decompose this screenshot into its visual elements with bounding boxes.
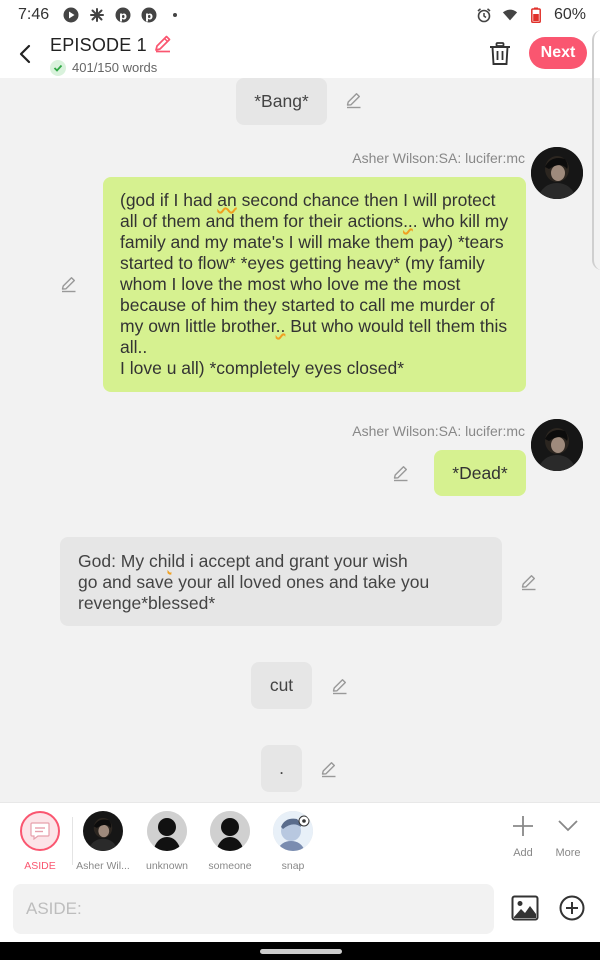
plus-icon [513, 816, 533, 836]
add-label: Add [513, 847, 533, 859]
aside-avatar [20, 811, 60, 851]
chevron-left-icon [19, 44, 31, 64]
next-button[interactable]: Next [529, 37, 587, 69]
edit-message-icon[interactable] [392, 464, 410, 482]
character-name: unknown [145, 860, 189, 872]
character-avatar[interactable] [531, 147, 583, 199]
dialogue-bubble[interactable]: *Dead* [434, 450, 526, 496]
episode-title: EPISODE 1 [50, 34, 147, 55]
dot-icon [167, 7, 183, 23]
character-portrait-icon [83, 811, 123, 851]
image-icon [511, 895, 539, 921]
system-nav-bar [0, 942, 600, 960]
svg-text:p: p [119, 10, 127, 23]
insert-more-button[interactable] [559, 895, 585, 921]
character-asher[interactable]: Asher Wil... [73, 811, 133, 872]
anime-portrait-icon [273, 811, 313, 851]
edit-message-icon[interactable] [520, 573, 538, 591]
chevron-down-icon [558, 820, 578, 832]
play-circle-icon [63, 7, 79, 23]
character-portrait-icon [531, 147, 583, 199]
battery-level: 60% [553, 6, 586, 23]
pinterest-icon: p [141, 7, 157, 23]
dialogue-text: (god if I had an second chance then I wi… [120, 190, 509, 378]
character-name: ASIDE [24, 860, 56, 872]
edit-title-icon[interactable] [153, 33, 173, 58]
character-avatar [83, 811, 123, 851]
character-avatar[interactable] [531, 419, 583, 471]
character-selector: ASIDE Asher Wil... unknown someone snap … [0, 802, 600, 878]
insert-image-button[interactable] [511, 895, 539, 921]
wifi-icon [502, 7, 518, 23]
edit-message-icon[interactable] [331, 677, 349, 695]
aside-bubble[interactable]: cut [251, 662, 312, 709]
speaker-name: Asher Wilson:SA: lucifer:mc [352, 423, 525, 439]
aside-bubble[interactable]: *Bang* [236, 78, 327, 125]
story-chat: *Bang* Asher Wilson:SA: lucifer:mc (god … [0, 78, 600, 802]
aside-text: *Bang* [254, 91, 309, 111]
character-unknown[interactable]: unknown [137, 811, 197, 872]
character-avatar [147, 811, 187, 851]
trash-icon [490, 42, 510, 65]
character-portrait-icon [531, 419, 583, 471]
edit-message-icon[interactable] [320, 760, 338, 778]
delete-button[interactable] [487, 40, 513, 68]
alarm-icon [476, 7, 492, 23]
episode-title-block: EPISODE 1 401/150 words [50, 33, 173, 76]
dialogue-text: *Dead* [452, 462, 508, 483]
check-icon [50, 59, 66, 76]
aside-text: cut [269, 675, 294, 695]
message-input[interactable] [13, 884, 494, 934]
spellcheck-mark: an [217, 190, 237, 210]
character-avatar [273, 811, 313, 851]
spellcheck-mark: .. [275, 316, 286, 336]
more-button[interactable]: More [548, 815, 588, 859]
add-character-button[interactable]: Add [503, 815, 543, 859]
narration-text: God: My child i accept and grant your wi… [78, 551, 430, 613]
status-time: 7:46 [18, 6, 50, 23]
pinwheel-icon [89, 7, 105, 23]
composer-bar [0, 878, 600, 942]
silhouette-icon [147, 811, 187, 851]
character-someone[interactable]: someone [200, 811, 260, 872]
character-name: snap [281, 860, 305, 872]
spellcheck-mark: .. [403, 211, 413, 231]
character-aside[interactable]: ASIDE [10, 811, 70, 872]
editor-header: EPISODE 1 401/150 words Next [0, 30, 600, 78]
home-gesture-handle[interactable] [260, 949, 342, 954]
plus-circle-icon [559, 895, 585, 921]
character-name: someone [208, 860, 252, 872]
character-name: Asher Wil... [76, 860, 130, 872]
aside-text: . [279, 758, 284, 778]
silhouette-icon [210, 811, 250, 851]
aside-bubble[interactable]: . [261, 745, 302, 792]
battery-icon [528, 7, 544, 23]
speaker-name: Asher Wilson:SA: lucifer:mc [352, 150, 525, 166]
character-snap[interactable]: snap [263, 811, 323, 872]
chat-bubble-icon [30, 822, 50, 840]
pinterest-icon: p [115, 7, 131, 23]
svg-text:p: p [145, 10, 153, 23]
back-button[interactable] [0, 30, 50, 78]
more-label: More [555, 847, 581, 859]
status-bar: 7:46 p p 60% [0, 0, 600, 30]
word-count: 401/150 words [72, 60, 158, 75]
edit-message-icon[interactable] [60, 275, 78, 293]
narration-bubble[interactable]: God: My child i accept and grant your wi… [60, 537, 502, 626]
system-icons: 60% [476, 6, 586, 24]
edit-message-icon[interactable] [345, 91, 363, 109]
notification-icons: p p [63, 7, 183, 23]
dialogue-bubble[interactable]: (god if I had an second chance then I wi… [103, 177, 526, 392]
character-avatar [210, 811, 250, 851]
